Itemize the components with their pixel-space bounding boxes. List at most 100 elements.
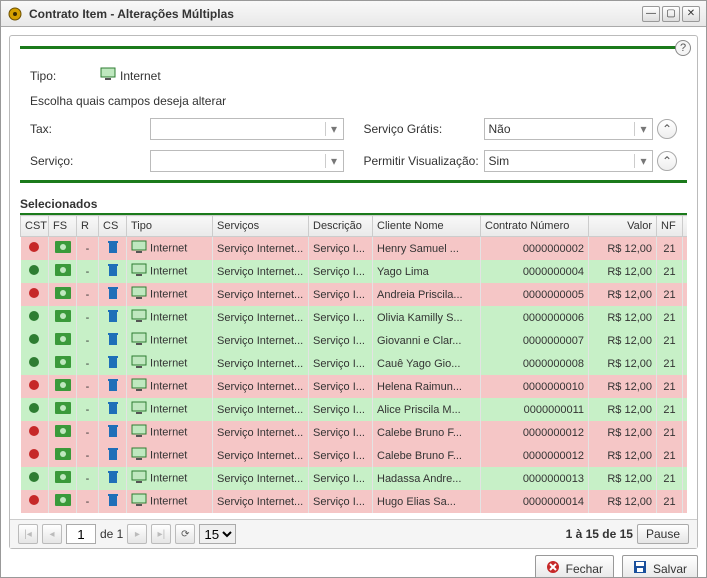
cell-servicos: Serviço Internet... [213,352,309,375]
cell-cliente: Cauê Yago Gio... [373,352,481,375]
visualizacao-toggle[interactable]: ⌃ [657,151,677,171]
pause-button[interactable]: Pause [637,524,689,544]
col-valor[interactable]: Valor [589,216,657,237]
pager-next[interactable]: ▸ [127,524,147,544]
cell-contrato: 0000000013 [481,467,589,490]
pager: |◂ ◂ de 1 ▸ ▸| ⟳ 15 1 à 15 de 15 Pause [10,519,697,548]
footer: Fechar Salvar [9,549,698,577]
col-contrato[interactable]: Contrato Número [481,216,589,237]
visualizacao-value: Sim [485,154,635,168]
table-row[interactable]: - InternetServiço Internet...Serviço I..… [21,490,688,513]
cash-icon [55,313,71,325]
cell-r: - [77,260,99,283]
gratis-toggle[interactable]: ⌃ [657,119,677,139]
col-fs[interactable]: FS [49,216,77,237]
cell-descricao: Serviço I... [309,444,373,467]
cell-valor: R$ 12,00 [589,306,657,329]
pager-last[interactable]: ▸| [151,524,171,544]
cell-servicos: Serviço Internet... [213,306,309,329]
table-row[interactable]: - InternetServiço Internet...Serviço I..… [21,283,688,306]
visualizacao-select[interactable]: Sim▾ [484,150,654,172]
table-header: CST FS R CS Tipo Serviços Descrição Clie… [21,216,688,237]
pager-of: de 1 [100,527,123,541]
cell-nf: 21 [657,283,683,306]
table-row[interactable]: - InternetServiço Internet...Serviço I..… [21,375,688,398]
cell-tipo: Internet [127,375,213,398]
cell-cliente: Helena Raimun... [373,375,481,398]
chevron-down-icon: ▾ [325,154,343,168]
trash-icon [107,268,119,280]
cell-tipo: Internet [127,260,213,283]
titlebar: Contrato Item - Alterações Múltiplas — ▢… [1,1,706,27]
col-r[interactable]: R [77,216,99,237]
cell-valor: R$ 12,00 [589,444,657,467]
status-dot [29,403,39,413]
status-dot [29,311,39,321]
cell-servicos: Serviço Internet... [213,237,309,261]
table-row[interactable]: - InternetServiço Internet...Serviço I..… [21,329,688,352]
col-nf[interactable]: NF [657,216,683,237]
internet-icon [131,406,147,418]
table-row[interactable]: - InternetServiço Internet...Serviço I..… [21,467,688,490]
table-row[interactable]: - InternetServiço Internet...Serviço I..… [21,421,688,444]
cell-valor: R$ 12,00 [589,421,657,444]
col-servicos[interactable]: Serviços [213,216,309,237]
pager-page-input[interactable] [66,524,96,544]
trash-icon [107,498,119,510]
trash-icon [107,314,119,326]
col-tipo[interactable]: Tipo [127,216,213,237]
pager-refresh[interactable]: ⟳ [175,524,195,544]
trash-icon [107,429,119,441]
cell-tipo: Internet [127,306,213,329]
pager-first[interactable]: |◂ [18,524,38,544]
help-icon[interactable]: ? [675,40,691,56]
pager-size[interactable]: 15 [199,524,236,544]
cell-tipo: Internet [127,490,213,513]
cell-cliente: Giovanni e Clar... [373,329,481,352]
table-row[interactable]: - InternetServiço Internet...Serviço I..… [21,352,688,375]
cell-nf: 21 [657,329,683,352]
status-dot [29,242,39,252]
cell-servicos: Serviço Internet... [213,283,309,306]
gratis-select[interactable]: Não▾ [484,118,654,140]
cell-valor: R$ 12,00 [589,467,657,490]
cell-servicos: Serviço Internet... [213,421,309,444]
cell-descricao: Serviço I... [309,352,373,375]
col-descricao[interactable]: Descrição [309,216,373,237]
servico-label: Serviço: [30,154,150,168]
status-dot [29,288,39,298]
cell-cliente: Hugo Elias Sa... [373,490,481,513]
internet-icon [131,291,147,303]
close-button[interactable]: Fechar [535,555,614,577]
close-label: Fechar [566,562,603,576]
table-row[interactable]: - InternetServiço Internet...Serviço I..… [21,260,688,283]
cell-r: - [77,329,99,352]
minimize-button[interactable]: — [642,6,660,22]
pager-prev[interactable]: ◂ [42,524,62,544]
table-row[interactable]: - InternetServiço Internet...Serviço I..… [21,398,688,421]
close-window-button[interactable]: ✕ [682,6,700,22]
cell-servicos: Serviço Internet... [213,260,309,283]
cash-icon [55,405,71,417]
table-row[interactable]: - InternetServiço Internet...Serviço I..… [21,306,688,329]
tax-input[interactable]: ▾ [150,118,344,140]
col-cs[interactable]: CS [99,216,127,237]
cell-nf: 21 [657,352,683,375]
servico-input[interactable]: ▾ [150,150,344,172]
col-cst[interactable]: CST [21,216,49,237]
col-cliente[interactable]: Cliente Nome [373,216,481,237]
cell-contrato: 0000000008 [481,352,589,375]
table-row[interactable]: - InternetServiço Internet...Serviço I..… [21,237,688,261]
internet-icon [131,429,147,441]
trash-icon [107,452,119,464]
cash-icon [55,290,71,302]
maximize-button[interactable]: ▢ [662,6,680,22]
save-button[interactable]: Salvar [622,555,698,577]
cell-contrato: 0000000012 [481,444,589,467]
chevron-down-icon: ▾ [634,122,652,136]
cell-servicos: Serviço Internet... [213,398,309,421]
chevron-down-icon: ▾ [325,122,343,136]
cell-contrato: 0000000002 [481,237,589,261]
table-row[interactable]: - InternetServiço Internet...Serviço I..… [21,444,688,467]
cell-contrato: 0000000007 [481,329,589,352]
